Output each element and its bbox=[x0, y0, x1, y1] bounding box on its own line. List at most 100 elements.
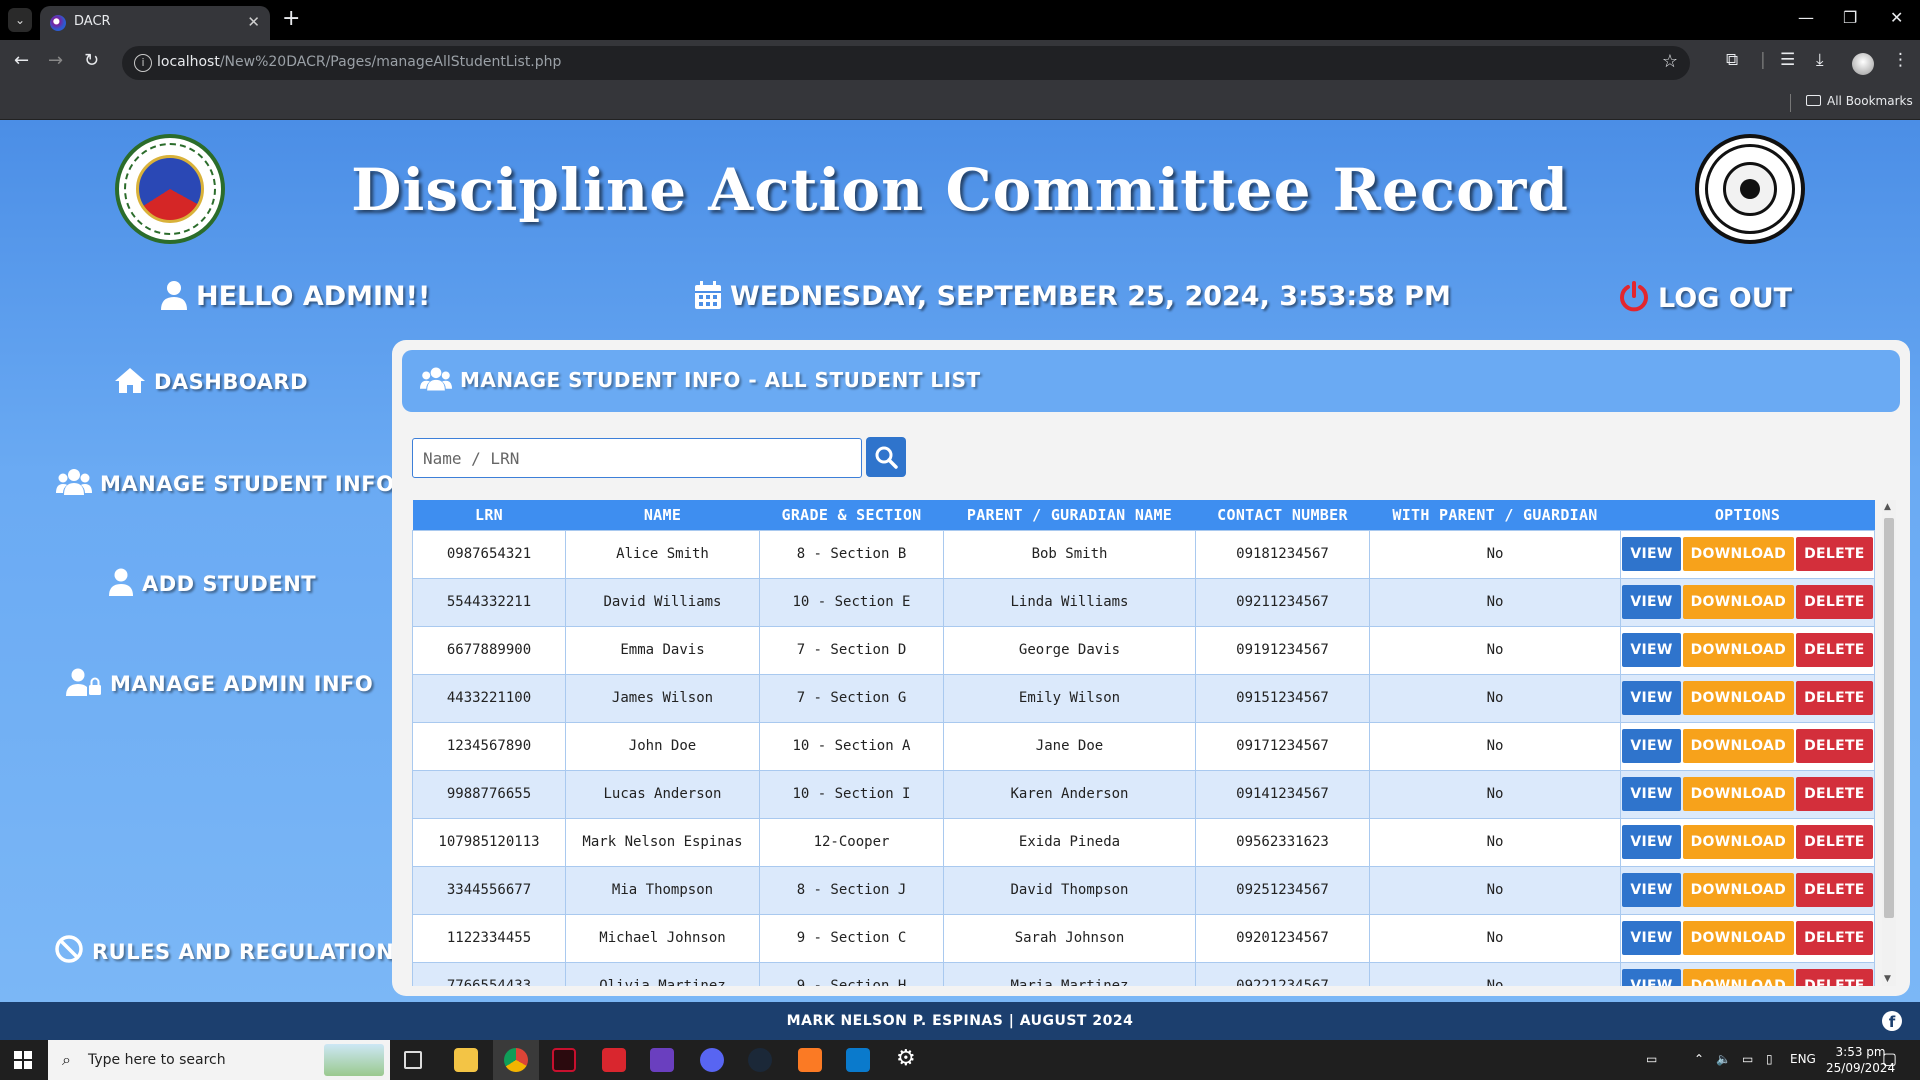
search-input[interactable] bbox=[412, 438, 862, 478]
back-icon[interactable]: ← bbox=[14, 50, 29, 71]
profile-avatar[interactable] bbox=[1852, 53, 1874, 75]
cell-lrn: 9988776655 bbox=[412, 769, 566, 819]
download-icon[interactable]: ⤓ bbox=[1816, 50, 1824, 70]
view-button[interactable]: VIEW bbox=[1622, 777, 1681, 811]
delete-button[interactable]: DELETE bbox=[1796, 537, 1873, 571]
cell-grade: 8 - Section B bbox=[759, 529, 944, 579]
cell-parent: Maria Martinez bbox=[943, 961, 1196, 986]
lightning-app-icon[interactable] bbox=[602, 1048, 626, 1072]
cell-name: James Wilson bbox=[565, 673, 760, 723]
view-button[interactable]: VIEW bbox=[1622, 921, 1681, 955]
notifications-icon[interactable]: ▢ bbox=[1882, 1049, 1897, 1068]
discord-icon[interactable] bbox=[700, 1048, 724, 1072]
cell-with-parent: No bbox=[1369, 529, 1621, 579]
delete-button[interactable]: DELETE bbox=[1796, 873, 1873, 907]
task-view-icon[interactable] bbox=[404, 1051, 422, 1069]
chrome-icon[interactable] bbox=[504, 1048, 528, 1072]
view-button[interactable]: VIEW bbox=[1622, 633, 1681, 667]
cell-options: VIEW DOWNLOAD DELETE bbox=[1620, 961, 1875, 986]
new-tab-button[interactable]: + bbox=[282, 6, 300, 31]
delete-button[interactable]: DELETE bbox=[1796, 969, 1873, 986]
forward-icon[interactable]: → bbox=[48, 50, 63, 71]
language-indicator[interactable]: ENG bbox=[1790, 1052, 1816, 1066]
cell-with-parent: No bbox=[1369, 865, 1621, 915]
menu-kebab-icon[interactable]: ⋮ bbox=[1892, 50, 1909, 70]
search-button[interactable] bbox=[866, 437, 906, 477]
delete-button[interactable]: DELETE bbox=[1796, 729, 1873, 763]
cell-parent: Linda Williams bbox=[943, 577, 1196, 627]
minimize-icon[interactable]: — bbox=[1798, 8, 1814, 27]
windows-start-icon[interactable] bbox=[14, 1051, 32, 1069]
download-button[interactable]: DOWNLOAD bbox=[1682, 537, 1795, 571]
download-button[interactable]: DOWNLOAD bbox=[1682, 777, 1795, 811]
all-bookmarks-button[interactable]: All Bookmarks bbox=[1806, 94, 1913, 108]
download-button[interactable]: DOWNLOAD bbox=[1682, 969, 1795, 986]
view-button[interactable]: VIEW bbox=[1622, 729, 1681, 763]
delete-button[interactable]: DELETE bbox=[1796, 585, 1873, 619]
all-bookmarks-label: All Bookmarks bbox=[1827, 94, 1913, 108]
network-icon[interactable]: ▭ bbox=[1742, 1052, 1753, 1066]
steam-icon[interactable] bbox=[748, 1048, 772, 1072]
rider-icon[interactable] bbox=[552, 1048, 576, 1072]
reload-icon[interactable]: ↻ bbox=[84, 50, 99, 71]
sidebar-item-rules-and-regulation[interactable]: RULES AND REGULATION bbox=[54, 934, 394, 964]
view-button[interactable]: VIEW bbox=[1622, 969, 1681, 986]
cell-contact: 09251234567 bbox=[1195, 865, 1370, 915]
close-tab-icon[interactable]: ✕ bbox=[247, 13, 260, 31]
view-button[interactable]: VIEW bbox=[1622, 825, 1681, 859]
vscode-icon[interactable] bbox=[846, 1048, 870, 1072]
sidebar-item-manage-student-info[interactable]: MANAGE STUDENT INFO bbox=[56, 468, 394, 496]
download-button[interactable]: DOWNLOAD bbox=[1682, 921, 1795, 955]
download-button[interactable]: DOWNLOAD bbox=[1682, 681, 1795, 715]
facebook-icon[interactable]: f bbox=[1882, 1011, 1902, 1031]
sidebar-item-label: ADD STUDENT bbox=[142, 572, 317, 596]
view-button[interactable]: VIEW bbox=[1622, 585, 1681, 619]
close-window-icon[interactable]: ✕ bbox=[1890, 8, 1903, 27]
url-text[interactable]: localhost/New%20DACR/Pages/manageAllStud… bbox=[157, 54, 561, 70]
logout-button[interactable]: LOG OUT bbox=[1618, 280, 1792, 314]
download-button[interactable]: DOWNLOAD bbox=[1682, 825, 1795, 859]
delete-button[interactable]: DELETE bbox=[1796, 681, 1873, 715]
sidebar-item-manage-admin-info[interactable]: MANAGE ADMIN INFO bbox=[66, 668, 373, 696]
delete-button[interactable]: DELETE bbox=[1796, 825, 1873, 859]
restore-icon[interactable]: ❐ bbox=[1843, 8, 1857, 27]
table-row: 3344556677 Mia Thompson 8 - Section J Da… bbox=[412, 865, 1875, 915]
media-queue-icon[interactable]: ☰ bbox=[1780, 50, 1795, 70]
scroll-up-icon[interactable]: ▲ bbox=[1884, 502, 1891, 512]
site-info-icon[interactable]: i bbox=[134, 54, 152, 72]
scroll-down-icon[interactable]: ▼ bbox=[1884, 974, 1891, 984]
download-button[interactable]: DOWNLOAD bbox=[1682, 585, 1795, 619]
delete-button[interactable]: DELETE bbox=[1796, 633, 1873, 667]
download-button[interactable]: DOWNLOAD bbox=[1682, 729, 1795, 763]
tray-app-icon[interactable]: ▭ bbox=[1646, 1052, 1657, 1066]
table-scrollbar[interactable]: ▲ ▼ bbox=[1882, 500, 1896, 986]
taskbar-search-box[interactable]: ⌕ Type here to search bbox=[48, 1040, 390, 1080]
download-button[interactable]: DOWNLOAD bbox=[1682, 633, 1795, 667]
tab-list-button[interactable]: ⌄ bbox=[8, 8, 32, 32]
cell-options: VIEW DOWNLOAD DELETE bbox=[1620, 865, 1875, 915]
volume-icon[interactable]: 🔈 bbox=[1716, 1052, 1731, 1066]
view-button[interactable]: VIEW bbox=[1622, 873, 1681, 907]
view-button[interactable]: VIEW bbox=[1622, 681, 1681, 715]
address-bar[interactable]: i localhost/New%20DACR/Pages/manageAllSt… bbox=[122, 46, 1690, 80]
sidebar-item-dashboard[interactable]: DASHBOARD bbox=[114, 366, 308, 394]
xampp-icon[interactable] bbox=[798, 1048, 822, 1072]
delete-button[interactable]: DELETE bbox=[1796, 777, 1873, 811]
cell-contact: 09181234567 bbox=[1195, 529, 1370, 579]
cell-options: VIEW DOWNLOAD DELETE bbox=[1620, 913, 1875, 963]
view-button[interactable]: VIEW bbox=[1622, 537, 1681, 571]
extensions-icon[interactable]: ⧉ bbox=[1726, 50, 1738, 70]
settings-gear-icon[interactable]: ⚙ bbox=[896, 1046, 920, 1071]
sidebar-item-add-student[interactable]: ADD STUDENT bbox=[108, 568, 316, 596]
file-explorer-icon[interactable] bbox=[454, 1048, 478, 1072]
download-button[interactable]: DOWNLOAD bbox=[1682, 873, 1795, 907]
delete-button[interactable]: DELETE bbox=[1796, 921, 1873, 955]
bookmark-star-icon[interactable]: ☆ bbox=[1662, 51, 1678, 72]
browser-tab-dacr[interactable]: DACR ✕ bbox=[40, 6, 270, 40]
battery-icon[interactable]: ▯ bbox=[1766, 1052, 1773, 1066]
column-header-name: NAME bbox=[565, 500, 760, 530]
footer-credit: MARK NELSON P. ESPINAS | AUGUST 2024 bbox=[786, 1013, 1134, 1029]
scrollbar-thumb[interactable] bbox=[1884, 518, 1894, 918]
show-hidden-icons-icon[interactable]: ⌃ bbox=[1694, 1052, 1704, 1066]
purple-app-icon[interactable] bbox=[650, 1048, 674, 1072]
